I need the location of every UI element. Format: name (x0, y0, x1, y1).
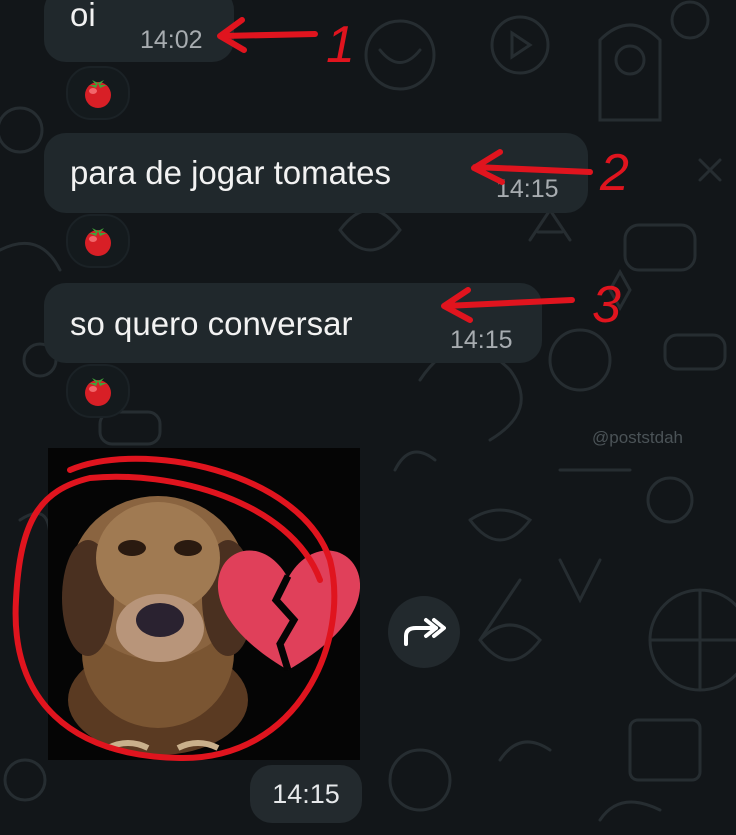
forward-button[interactable] (388, 596, 460, 668)
message-bubble-oi[interactable]: oi 14:02 (44, 0, 234, 62)
message-time: 14:15 (496, 175, 559, 203)
reaction-tomato-2[interactable] (66, 214, 130, 268)
forward-icon (404, 618, 446, 646)
tomato-icon (85, 378, 111, 406)
tomato-icon (85, 228, 111, 256)
sticker-time: 14:15 (250, 765, 362, 823)
message-text: para de jogar tomates (70, 154, 392, 191)
watermark: @poststdah (592, 428, 683, 447)
message-bubble-conversar[interactable]: so quero conversar 14:15 (44, 283, 542, 363)
broken-heart-icon (217, 550, 360, 672)
message-text: oi (70, 0, 96, 33)
message-time: 14:02 (140, 26, 203, 54)
reaction-tomato-1[interactable] (66, 66, 130, 120)
message-text: so quero conversar (70, 305, 353, 342)
sad-dog-image (62, 496, 254, 755)
reaction-tomato-3[interactable] (66, 364, 130, 418)
tomato-icon (85, 80, 111, 108)
message-bubble-tomates[interactable]: para de jogar tomates 14:15 (44, 133, 588, 213)
message-time: 14:15 (450, 326, 513, 354)
sticker-message[interactable] (48, 448, 360, 760)
